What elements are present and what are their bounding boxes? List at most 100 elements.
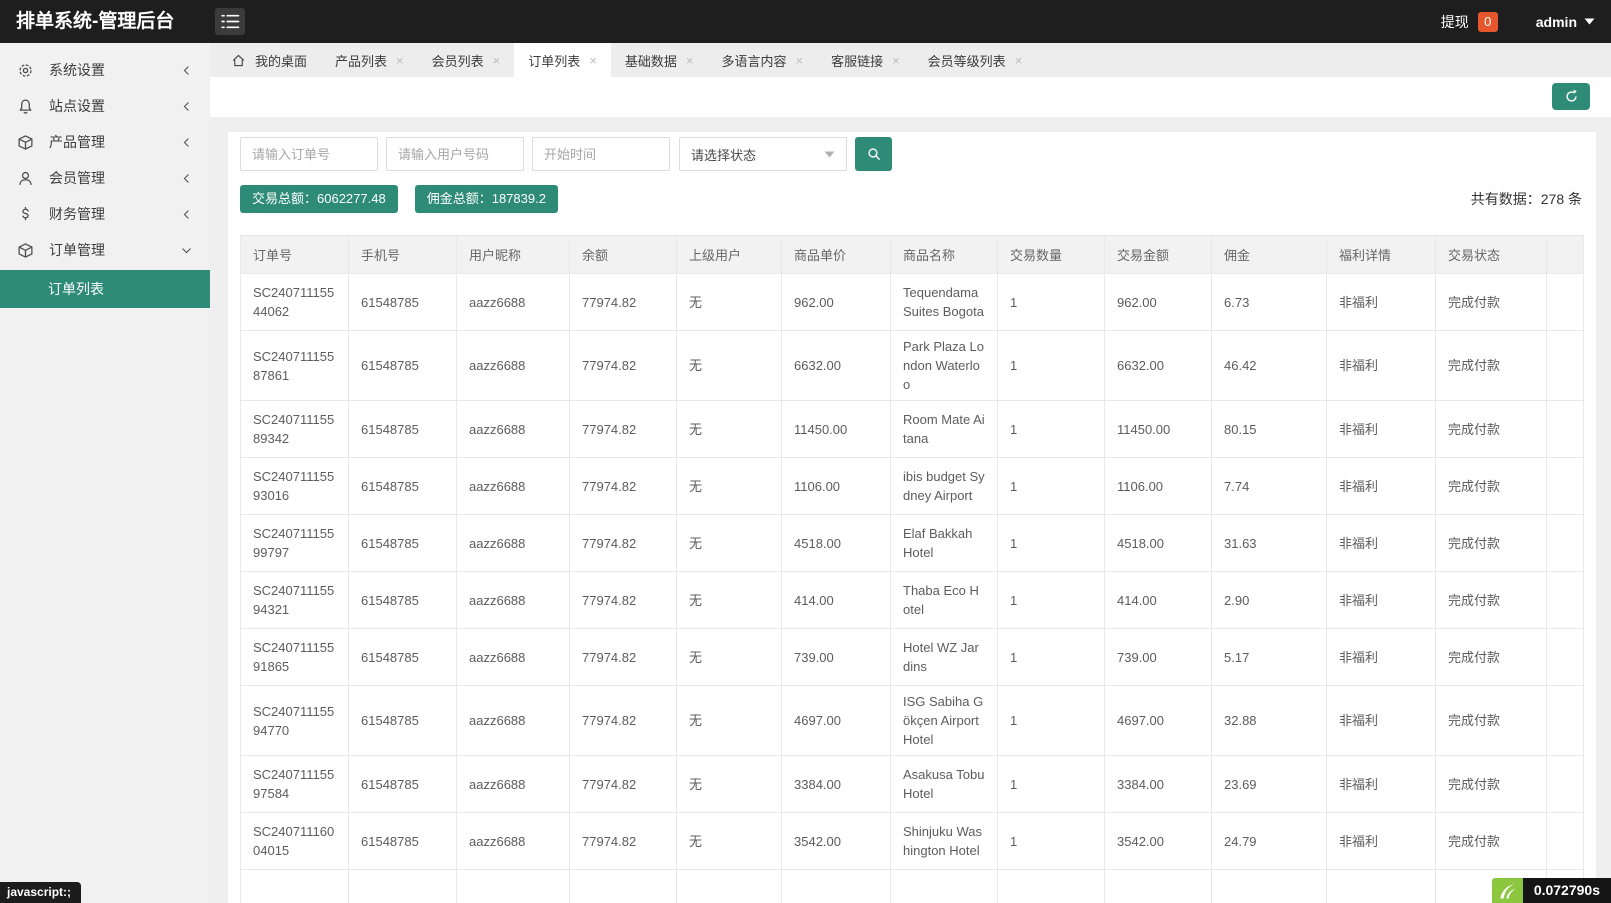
cell-amount: 11450.00	[1104, 400, 1212, 458]
cell-phone: 61548785	[348, 330, 457, 401]
cell-product-name: Asakusa Tobu Hotel	[890, 755, 998, 813]
cell-commission: 24.79	[1211, 812, 1327, 870]
cell-status: 完成付款	[1435, 273, 1547, 331]
col-balance: 余额	[569, 235, 677, 274]
col-welfare: 福利详情	[1326, 235, 1436, 274]
cell-balance: 77974.82	[569, 755, 677, 813]
cell-phone: 61548785	[348, 685, 457, 756]
tab-base-data[interactable]: 基础数据 ×	[611, 43, 708, 77]
cell-commission: 23.69	[1211, 755, 1327, 813]
tab-desktop[interactable]: 我的桌面	[217, 43, 321, 77]
sidebar-item-member-manage[interactable]: 会员管理	[0, 160, 210, 196]
sidebar-item-label: 订单管理	[49, 242, 105, 258]
tab-label: 多语言内容	[721, 53, 787, 69]
col-nickname: 用户昵称	[456, 235, 570, 274]
cell-welfare	[1326, 869, 1436, 903]
cell-amount: 6632.00	[1104, 330, 1212, 401]
sidebar-item-product-manage[interactable]: 产品管理	[0, 124, 210, 160]
cell-welfare: 非福利	[1326, 812, 1436, 870]
cell-nickname: aazz6688	[456, 755, 570, 813]
cell-amount: 3542.00	[1104, 812, 1212, 870]
cell-amount: 1106.00	[1104, 457, 1212, 515]
cell-amount: 962.00	[1104, 273, 1212, 331]
toolbar-strip	[210, 77, 1611, 117]
cell-nickname: aazz6688	[456, 628, 570, 686]
sidebar-toggle-button[interactable]	[215, 8, 245, 35]
status-select[interactable]: 请选择状态	[679, 137, 847, 171]
tab-service-link[interactable]: 客服链接 ×	[817, 43, 914, 77]
close-icon[interactable]: ×	[1015, 54, 1023, 67]
tab-label: 客服链接	[831, 53, 884, 69]
cell-amount: 4518.00	[1104, 514, 1212, 572]
cell-parent-user: 无	[676, 400, 782, 458]
cell-parent-user: 无	[676, 628, 782, 686]
sidebar-item-finance-manage[interactable]: 财务管理	[0, 196, 210, 232]
total-count-text: 共有数据：278 条	[1470, 191, 1582, 207]
col-unit-price: 商品单价	[781, 235, 891, 274]
cell-extra	[1546, 755, 1584, 813]
tab-label: 会员列表	[431, 53, 484, 69]
cell-phone: 61548785	[348, 273, 457, 331]
cell-product-name: Room Mate Aitana	[890, 400, 998, 458]
cell-balance: 77974.82	[569, 812, 677, 870]
cell-unit-price	[781, 869, 891, 903]
tab-order-list[interactable]: 订单列表 ×	[514, 43, 611, 77]
sidebar-item-order-list-active[interactable]: 订单列表	[0, 270, 210, 308]
cell-phone: 61548785	[348, 514, 457, 572]
cell-product-name: Hotel WZ Jardins	[890, 628, 998, 686]
tab-member-level-list[interactable]: 会员等级列表 ×	[914, 43, 1037, 77]
cell-quantity: 1	[997, 812, 1105, 870]
user-menu[interactable]: admin	[1536, 14, 1595, 30]
cell-quantity: 1	[997, 571, 1105, 629]
filter-bar: 请选择状态	[240, 137, 1584, 171]
close-icon[interactable]: ×	[589, 54, 597, 67]
cell-amount	[1104, 869, 1212, 903]
col-quantity: 交易数量	[997, 235, 1105, 274]
chevron-left-icon	[180, 172, 193, 185]
cell-extra	[1546, 457, 1584, 515]
close-icon[interactable]: ×	[686, 54, 694, 67]
order-list-panel: 请选择状态 交易总额：6062277.48 佣金总额：187839.2 共有数据…	[228, 132, 1596, 903]
cell-product-name: Tequendama Suites Bogota	[890, 273, 998, 331]
withdraw-label: 提现	[1440, 13, 1469, 30]
cell-amount: 739.00	[1104, 628, 1212, 686]
cell-product-name: Elaf Bakkah Hotel	[890, 514, 998, 572]
cell-parent-user: 无	[676, 273, 782, 331]
withdraw-link[interactable]: 提现 0	[1440, 11, 1498, 32]
start-time-input[interactable]	[532, 137, 670, 171]
refresh-button[interactable]	[1552, 83, 1590, 110]
tab-member-list[interactable]: 会员列表 ×	[418, 43, 515, 77]
search-button[interactable]	[855, 137, 892, 171]
close-icon[interactable]: ×	[493, 54, 501, 67]
cell-quantity: 1	[997, 273, 1105, 331]
bell-icon	[17, 98, 34, 115]
sidebar-item-label: 财务管理	[49, 206, 105, 222]
close-icon[interactable]: ×	[396, 54, 404, 67]
cell-commission	[1211, 869, 1327, 903]
cell-quantity: 1	[997, 457, 1105, 515]
tab-product-list[interactable]: 产品列表 ×	[321, 43, 418, 77]
sidebar-item-system-settings[interactable]: 系统设置	[0, 52, 210, 88]
tab-multilang-content[interactable]: 多语言内容 ×	[707, 43, 817, 77]
cell-welfare: 非福利	[1326, 457, 1436, 515]
cell-amount: 4697.00	[1104, 685, 1212, 756]
dollar-icon	[17, 206, 34, 223]
app-title: 排单系统-管理后台	[16, 11, 175, 32]
cell-welfare: 非福利	[1326, 514, 1436, 572]
total-trade-badge: 交易总额：6062277.48	[240, 185, 398, 213]
chevron-left-icon	[180, 64, 193, 77]
sidebar-item-order-manage[interactable]: 订单管理	[0, 232, 210, 268]
order-table-container[interactable]: 订单号 手机号 用户昵称 余额 上级用户 商品单价 商品名称 交易数量 交易金额 佣金 福利详情 交易…	[240, 235, 1584, 903]
cell-quantity: 1	[997, 628, 1105, 686]
close-icon[interactable]: ×	[892, 54, 900, 67]
cell-phone: 61548785	[348, 755, 457, 813]
sidebar-item-site-settings[interactable]: 站点设置	[0, 88, 210, 124]
chevron-left-icon	[180, 136, 193, 149]
summary-row: 交易总额：6062277.48 佣金总额：187839.2 共有数据：278 条	[240, 185, 1584, 213]
order-no-input[interactable]	[240, 137, 378, 171]
home-icon	[231, 53, 246, 68]
user-no-input[interactable]	[386, 137, 524, 171]
col-commission: 佣金	[1211, 235, 1327, 274]
thinkphp-logo-icon[interactable]	[1491, 878, 1523, 903]
close-icon[interactable]: ×	[795, 54, 803, 67]
